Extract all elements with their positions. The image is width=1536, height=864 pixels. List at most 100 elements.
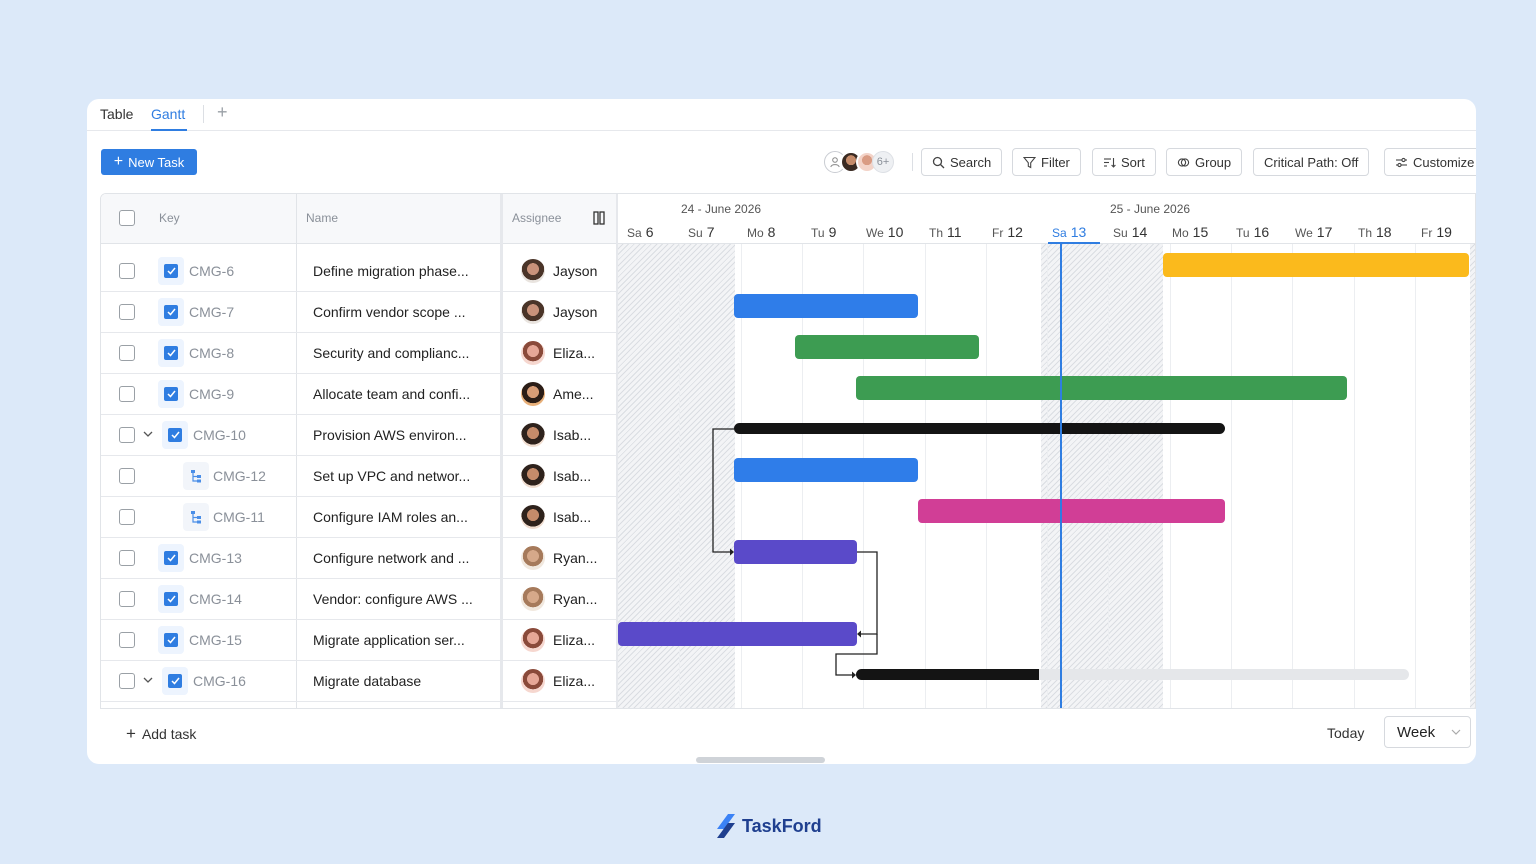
row-checkbox[interactable] xyxy=(119,345,135,361)
task-bar[interactable] xyxy=(1163,253,1469,277)
row-checkbox[interactable] xyxy=(119,550,135,566)
assignee-cell[interactable]: Jayson xyxy=(521,300,597,324)
row-checkbox[interactable] xyxy=(119,509,135,525)
task-key[interactable]: CMG-11 xyxy=(213,509,265,525)
task-name[interactable]: Configure network and ... xyxy=(313,550,469,566)
assignee-cell[interactable]: Ryan... xyxy=(521,587,597,611)
task-name[interactable]: Allocate team and confi... xyxy=(313,386,470,402)
task-name[interactable]: Provision AWS environ... xyxy=(313,427,467,443)
parent-task-bar[interactable] xyxy=(734,423,1225,434)
add-view-icon[interactable]: + xyxy=(217,102,228,123)
row-checkbox[interactable] xyxy=(119,632,135,648)
horizontal-scrollbar[interactable] xyxy=(696,757,825,763)
task-key[interactable]: CMG-16 xyxy=(193,673,246,689)
select-all-checkbox[interactable] xyxy=(119,210,135,226)
assignee-cell[interactable]: Isab... xyxy=(521,464,591,488)
task-key[interactable]: CMG-7 xyxy=(189,304,234,320)
add-task-button[interactable]: + Add task xyxy=(126,725,196,742)
day-of-week: Sa xyxy=(1052,226,1067,240)
view-scale-select[interactable]: Week xyxy=(1384,716,1471,748)
taskford-logo-icon xyxy=(717,814,735,838)
table-row[interactable]: CMG-7 Confirm vendor scope ... Jayson xyxy=(101,292,616,333)
table-row[interactable]: CMG-14 Vendor: configure AWS ... Ryan... xyxy=(101,579,616,620)
row-checkbox[interactable] xyxy=(119,427,135,443)
day-number: 17 xyxy=(1316,224,1333,240)
task-bar[interactable] xyxy=(795,335,979,359)
task-key[interactable]: CMG-9 xyxy=(189,386,234,402)
task-bar[interactable] xyxy=(734,540,857,564)
row-checkbox[interactable] xyxy=(119,468,135,484)
assignee-cell[interactable]: Ame... xyxy=(521,382,593,406)
task-name[interactable]: Define migration phase... xyxy=(313,263,469,279)
assignee-cell[interactable]: Eliza... xyxy=(521,341,595,365)
task-key[interactable]: CMG-12 xyxy=(213,468,266,484)
table-row[interactable]: CMG-10 Provision AWS environ... Isab... xyxy=(101,415,616,456)
assignee-cell[interactable]: Isab... xyxy=(521,505,591,529)
table-row[interactable]: CMG-11 Configure IAM roles an... Isab... xyxy=(101,497,616,538)
day-label: Mo 15 xyxy=(1172,224,1233,240)
tab-gantt[interactable]: Gantt xyxy=(151,106,185,122)
task-bar[interactable] xyxy=(734,458,918,482)
day-number: 15 xyxy=(1192,224,1209,240)
member-avatars[interactable]: 6+ xyxy=(824,149,894,175)
filter-button[interactable]: Filter xyxy=(1012,148,1081,176)
assignee-name: Isab... xyxy=(553,427,592,443)
more-members-badge[interactable]: 6+ xyxy=(872,151,894,173)
table-row[interactable]: CMG-9 Allocate team and confi... Ame... xyxy=(101,374,616,415)
assignee-cell[interactable]: Jayson xyxy=(521,259,597,283)
assignee-name: Isab... xyxy=(553,509,592,525)
task-name[interactable]: Vendor: configure AWS ... xyxy=(313,591,473,607)
row-checkbox[interactable] xyxy=(119,263,135,279)
column-settings-icon[interactable] xyxy=(593,211,605,230)
task-key[interactable]: CMG-15 xyxy=(189,632,242,648)
table-row[interactable]: CMG-6 Define migration phase... Jayson xyxy=(101,251,616,292)
day-number: 14 xyxy=(1131,224,1148,240)
row-checkbox[interactable] xyxy=(119,386,135,402)
today-button[interactable]: Today xyxy=(1327,725,1364,741)
critical-path-button[interactable]: Critical Path: Off xyxy=(1253,148,1370,176)
task-name[interactable]: Security and complianc... xyxy=(313,345,469,361)
task-key[interactable]: CMG-14 xyxy=(189,591,242,607)
assignee-cell[interactable]: Ryan... xyxy=(521,546,597,570)
task-bar[interactable] xyxy=(734,294,918,318)
task-bar[interactable] xyxy=(918,499,1225,523)
chevron-down-icon[interactable] xyxy=(142,674,154,686)
row-checkbox[interactable] xyxy=(119,591,135,607)
task-key[interactable]: CMG-10 xyxy=(193,427,246,443)
assignee-cell[interactable]: Eliza... xyxy=(521,628,595,652)
row-checkbox[interactable] xyxy=(119,304,135,320)
day-of-week: Tu xyxy=(1236,226,1250,240)
view-scale-value: Week xyxy=(1397,723,1436,741)
table-row[interactable]: CMG-16 Migrate database Eliza... xyxy=(101,661,616,702)
search-button[interactable]: Search xyxy=(921,148,1003,176)
task-key[interactable]: CMG-8 xyxy=(189,345,234,361)
task-bar[interactable] xyxy=(856,376,1347,400)
day-of-week: Sa xyxy=(627,226,642,240)
tab-table[interactable]: Table xyxy=(100,106,133,122)
customize-button[interactable]: Customize xyxy=(1384,148,1476,176)
table-row[interactable]: CMG-8 Security and complianc... Eliza... xyxy=(101,333,616,374)
table-row[interactable]: CMG-12 Set up VPC and networ... Isab... xyxy=(101,456,616,497)
task-key[interactable]: CMG-13 xyxy=(189,550,242,566)
task-name[interactable]: Migrate application ser... xyxy=(313,632,465,648)
task-name[interactable]: Confirm vendor scope ... xyxy=(313,304,466,320)
task-bar[interactable] xyxy=(618,622,857,646)
task-name[interactable]: Migrate database xyxy=(313,673,421,689)
add-task-label: Add task xyxy=(141,725,197,742)
sort-button[interactable]: Sort xyxy=(1092,148,1156,176)
table-row[interactable]: CMG-13 Configure network and ... Ryan... xyxy=(101,538,616,579)
parent-task-bar[interactable] xyxy=(856,669,1039,680)
group-button[interactable]: Group xyxy=(1166,148,1243,176)
new-task-button[interactable]: + New Task xyxy=(101,149,197,175)
task-key[interactable]: CMG-6 xyxy=(189,263,234,279)
table-header: Key Name Assignee xyxy=(101,194,616,244)
chevron-down-icon xyxy=(1451,729,1461,735)
table-row[interactable]: CMG-15 Migrate application ser... Eliza... xyxy=(101,620,616,661)
task-name[interactable]: Set up VPC and networ... xyxy=(313,468,470,484)
assignee-cell[interactable]: Eliza... xyxy=(521,669,595,693)
assignee-cell[interactable]: Isab... xyxy=(521,423,591,447)
task-name[interactable]: Configure IAM roles an... xyxy=(313,509,468,525)
row-checkbox[interactable] xyxy=(119,673,135,689)
day-number: 7 xyxy=(706,224,715,240)
chevron-down-icon[interactable] xyxy=(142,428,154,440)
